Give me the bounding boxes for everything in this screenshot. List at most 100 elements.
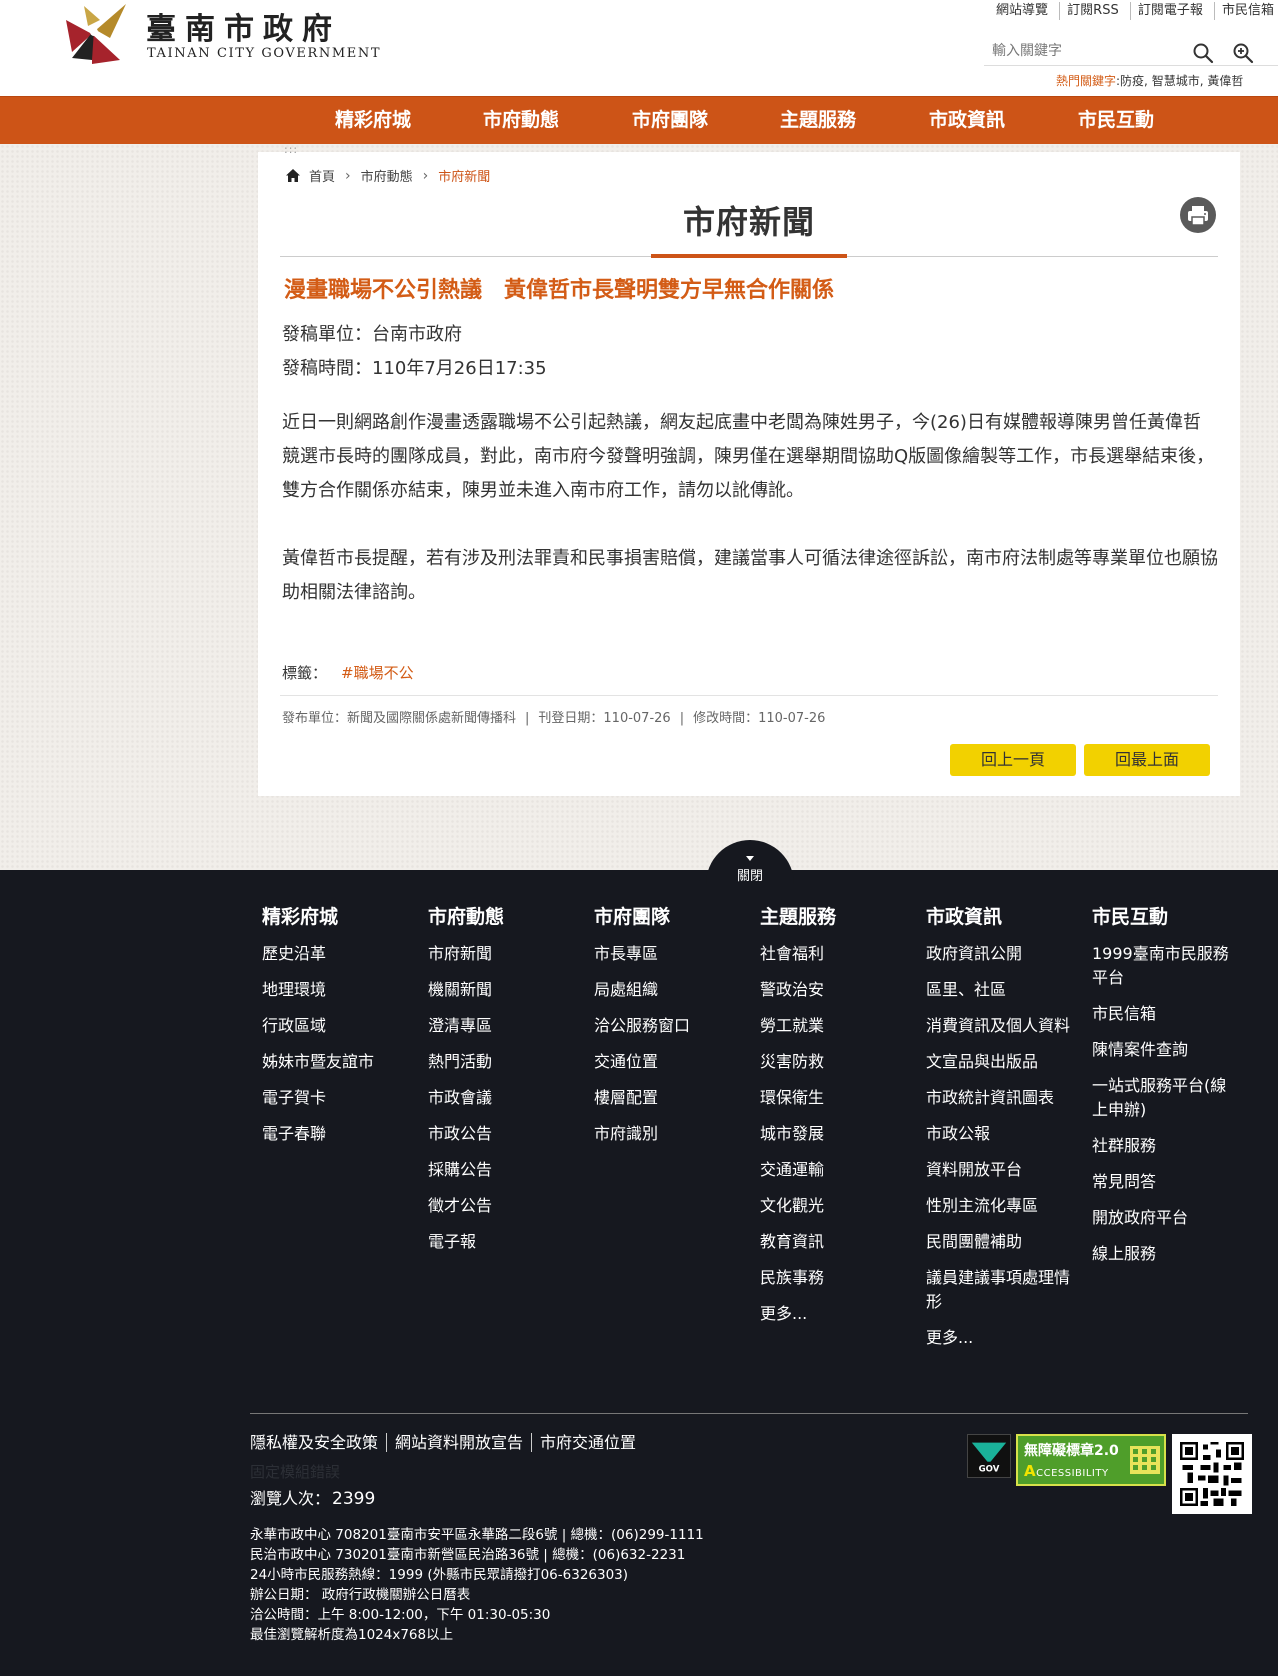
site-search: [984, 38, 1278, 66]
footer-link[interactable]: 社會福利: [760, 944, 824, 963]
advanced-search-icon[interactable]: [1232, 42, 1254, 64]
footer-column-title[interactable]: 精彩府城: [262, 902, 412, 928]
footer-link[interactable]: 議員建議事項處理情形: [926, 1268, 1070, 1311]
footer-link[interactable]: 交通位置: [594, 1052, 658, 1071]
footer-more-link[interactable]: 更多...: [760, 1304, 807, 1323]
accessibility-badge-subtitle: ACCESSIBILITY: [1024, 1462, 1109, 1480]
newsletter-link[interactable]: 訂閱電子報: [1129, 2, 1210, 20]
footer-link[interactable]: 市民信箱: [1092, 1004, 1156, 1023]
footer-link[interactable]: 區里、社區: [926, 980, 1006, 999]
nav-item-news[interactable]: 市府動態: [483, 97, 559, 145]
footer-link[interactable]: 線上服務: [1092, 1244, 1156, 1263]
footer-link[interactable]: 勞工就業: [760, 1016, 824, 1035]
footer-link[interactable]: 1999臺南市民服務平台: [1092, 944, 1229, 987]
footer-column-info: 市政資訊 政府資訊公開 區里、社區 消費資訊及個人資料 文宣品與出版品 市政統計…: [926, 902, 1076, 1362]
traffic-location-link[interactable]: 市府交通位置: [531, 1433, 645, 1452]
footer-link[interactable]: 災害防救: [760, 1052, 824, 1071]
gov-logo-icon: GOV: [970, 1442, 1008, 1474]
open-data-link[interactable]: 網站資料開放宣告: [386, 1433, 532, 1452]
nav-item-highlights[interactable]: 精彩府城: [335, 97, 411, 145]
footer-column-title[interactable]: 主題服務: [760, 902, 910, 928]
footer-link[interactable]: 社群服務: [1092, 1136, 1156, 1155]
nav-item-team[interactable]: 市府團隊: [632, 97, 708, 145]
hot-keywords-list[interactable]: :防疫, 智慧城市, 黃偉哲: [1116, 74, 1243, 88]
address-line: 24小時市民服務熱線：1999 (外縣市民眾請撥打06-6326303): [250, 1567, 629, 1583]
accessibility-badge-letter: A: [1024, 1462, 1037, 1480]
search-input[interactable]: [992, 40, 1182, 62]
print-button[interactable]: [1180, 197, 1216, 233]
nav-item-info[interactable]: 市政資訊: [929, 97, 1005, 145]
footer-link[interactable]: 姊妹市暨友誼市: [262, 1052, 374, 1071]
visitor-label: 瀏覽人次：: [250, 1489, 331, 1508]
footer-link[interactable]: 市政會議: [428, 1088, 492, 1107]
footer-column-title[interactable]: 市民互動: [1092, 902, 1242, 928]
footer-link[interactable]: 文化觀光: [760, 1196, 824, 1215]
breadcrumb: 首頁 › 市府動態 › 市府新聞: [286, 166, 490, 185]
footer-link[interactable]: 市政公告: [428, 1124, 492, 1143]
footer-column-title[interactable]: 市府動態: [428, 902, 578, 928]
breadcrumb-home[interactable]: 首頁: [309, 166, 335, 185]
footer-link[interactable]: 機關新聞: [428, 980, 492, 999]
accesskey-anchor[interactable]: :::: [284, 143, 298, 156]
accessibility-badge[interactable]: 無障礙標章2.0 ACCESSIBILITY: [1016, 1434, 1166, 1486]
footer-link[interactable]: 市長專區: [594, 944, 658, 963]
footer-link[interactable]: 民間團體補助: [926, 1232, 1022, 1251]
publish-info: 發布單位：新聞及國際關係處新聞傳播科 | 刊登日期：110-07-26 | 修改時間：1…: [282, 711, 826, 726]
chevron-right-icon: ›: [422, 167, 429, 184]
footer-link[interactable]: 洽公服務窗口: [594, 1016, 690, 1035]
footer-link[interactable]: 開放政府平台: [1092, 1208, 1188, 1227]
footer-link[interactable]: 資料開放平台: [926, 1160, 1022, 1179]
footer-link[interactable]: 市府新聞: [428, 944, 492, 963]
footer-link[interactable]: 市政公報: [926, 1124, 990, 1143]
footer-link[interactable]: 電子報: [428, 1232, 476, 1251]
tag-link[interactable]: #職場不公: [341, 664, 414, 682]
footer-column-services: 主題服務 社會福利 警政治安 勞工就業 災害防救 環保衛生 城市發展 交通運輸 …: [760, 902, 910, 1338]
footer-column-title[interactable]: 市府團隊: [594, 902, 744, 928]
footer-link[interactable]: 樓層配置: [594, 1088, 658, 1107]
privacy-policy-link[interactable]: 隱私權及安全政策: [250, 1433, 386, 1452]
footer-link[interactable]: 性別主流化專區: [926, 1196, 1038, 1215]
modify-date: 修改時間：110-07-26: [693, 711, 826, 726]
breadcrumb-news[interactable]: 市府動態: [361, 166, 413, 185]
footer-link[interactable]: 一站式服務平台(線上申辦): [1092, 1076, 1226, 1119]
footer-link[interactable]: 警政治安: [760, 980, 824, 999]
footer-link[interactable]: 市政統計資訊圖表: [926, 1088, 1054, 1107]
footer-link[interactable]: 環保衛生: [760, 1088, 824, 1107]
footer-link[interactable]: 文宣品與出版品: [926, 1052, 1038, 1071]
search-icon[interactable]: [1192, 42, 1214, 64]
footer-link[interactable]: 城市發展: [760, 1124, 824, 1143]
sitemap-link[interactable]: 網站導覽: [988, 2, 1055, 20]
footer-link[interactable]: 電子春聯: [262, 1124, 326, 1143]
footer-link[interactable]: 消費資訊及個人資料: [926, 1016, 1070, 1035]
footer-link[interactable]: 歷史沿革: [262, 944, 326, 963]
nav-item-services[interactable]: 主題服務: [780, 97, 856, 145]
nav-item-interaction[interactable]: 市民互動: [1078, 97, 1154, 145]
gov-badge[interactable]: GOV: [967, 1434, 1011, 1478]
site-logo[interactable]: 臺南市政府 TAINAN CITY GOVERNMENT: [62, 0, 382, 70]
footer-link[interactable]: 電子賀卡: [262, 1088, 326, 1107]
footer-column-title[interactable]: 市政資訊: [926, 902, 1076, 928]
footer-link[interactable]: 局處組織: [594, 980, 658, 999]
footer-link[interactable]: 行政區域: [262, 1016, 326, 1035]
footer-link[interactable]: 交通運輸: [760, 1160, 824, 1179]
footer-link[interactable]: 地理環境: [262, 980, 326, 999]
footer-link[interactable]: 徵才公告: [428, 1196, 492, 1215]
footer-link[interactable]: 澄清專區: [428, 1016, 492, 1035]
footer-more-link[interactable]: 更多...: [926, 1328, 973, 1347]
footer-policy-links: 隱私權及安全政策 網站資料開放宣告 市府交通位置: [250, 1429, 645, 1453]
footer-link[interactable]: 政府資訊公開: [926, 944, 1022, 963]
footer-link[interactable]: 民族事務: [760, 1268, 824, 1287]
footer-link[interactable]: 陳情案件查詢: [1092, 1040, 1188, 1059]
rss-link[interactable]: 訂閱RSS: [1059, 2, 1126, 20]
accessibility-badge-title: 無障礙標章2.0: [1024, 1443, 1119, 1459]
footer-link[interactable]: 熱門活動: [428, 1052, 492, 1071]
footer-link[interactable]: 市府識別: [594, 1124, 658, 1143]
footer-link[interactable]: 教育資訊: [760, 1232, 824, 1251]
citizen-mailbox-link[interactable]: 市民信箱: [1214, 2, 1278, 20]
footer-link[interactable]: 常見問答: [1092, 1172, 1156, 1191]
address-line: 辦公日期： 政府行政機關辦公日曆表: [250, 1587, 471, 1603]
visitor-count: 2399: [332, 1489, 376, 1509]
back-to-top-button[interactable]: 回最上面: [1084, 744, 1210, 776]
footer-link[interactable]: 採購公告: [428, 1160, 492, 1179]
back-button[interactable]: 回上一頁: [950, 744, 1076, 776]
